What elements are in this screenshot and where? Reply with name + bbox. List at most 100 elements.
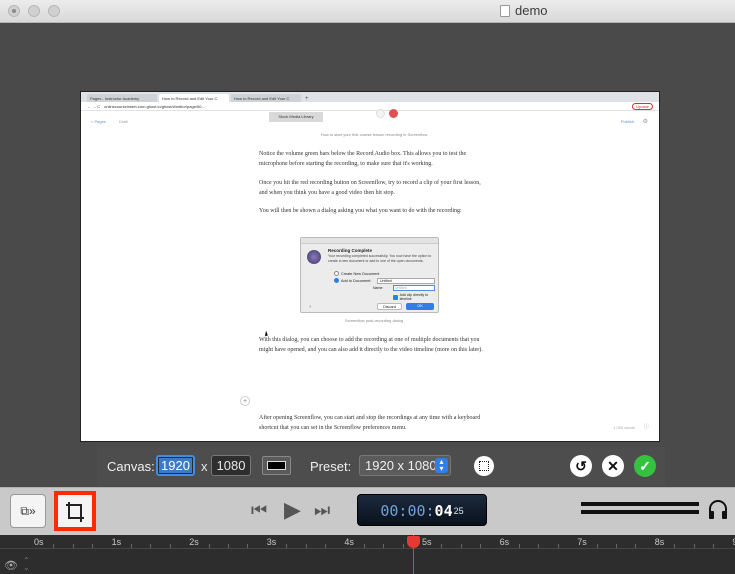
paragraph: Once you hit the red recording button on… bbox=[259, 180, 481, 196]
timeline-minor-tick bbox=[635, 544, 637, 548]
crop-icon bbox=[66, 502, 84, 522]
document-select[interactable]: Untitled bbox=[377, 278, 435, 284]
name-label: Name: bbox=[373, 286, 384, 290]
timeline-minor-tick bbox=[169, 544, 171, 548]
dimension-separator: x bbox=[201, 459, 208, 474]
timeline-minor-tick bbox=[674, 544, 676, 548]
timeline-minor-tick bbox=[150, 544, 152, 548]
timeline-minor-tick bbox=[616, 544, 617, 548]
name-field[interactable]: Untitled bbox=[393, 285, 435, 291]
window-title-text: demo bbox=[515, 3, 548, 18]
audio-meter-right bbox=[581, 510, 699, 514]
timeline-ruler[interactable]: 0s 1s 2s 3s 4s 5s 6s 7s 8s 9 bbox=[0, 535, 735, 549]
paragraph: With this dialog, you can choose to add … bbox=[259, 337, 483, 353]
timeline-minor-tick bbox=[325, 544, 326, 548]
help-circle-icon[interactable]: ⓘ bbox=[644, 423, 649, 430]
timeline-tick-label: 7s bbox=[577, 537, 587, 547]
skip-forward-icon[interactable]: ⏭ bbox=[314, 500, 330, 521]
canvas-label: Canvas: bbox=[107, 459, 155, 474]
timeline-minor-tick bbox=[557, 544, 559, 548]
background-color-well[interactable] bbox=[262, 456, 291, 475]
close-window-button[interactable] bbox=[8, 5, 20, 17]
back-to-pages-link[interactable]: < Pages bbox=[91, 119, 106, 124]
timeline-minor-tick bbox=[402, 544, 404, 548]
eye-icon[interactable]: 👁 bbox=[4, 559, 18, 572]
window-title: demo bbox=[500, 3, 548, 18]
option-add-to-document[interactable]: Add to Document: bbox=[334, 278, 371, 283]
timeline-minor-tick bbox=[596, 544, 598, 548]
skip-back-icon[interactable]: ⏮ bbox=[251, 500, 267, 521]
browser-tab-active[interactable]: How to Record and Edit Your C bbox=[159, 94, 229, 102]
browser-tab[interactable]: How to Record and Edit Your C bbox=[231, 94, 301, 102]
play-icon[interactable]: ▶ bbox=[284, 497, 301, 523]
timeline-tick-label: 4s bbox=[344, 537, 354, 547]
chevron-up-down-icon: ▴ ▾ bbox=[435, 458, 448, 473]
multi-layer-icon[interactable]: ⧉» bbox=[10, 494, 46, 528]
timeline-minor-tick bbox=[247, 544, 249, 548]
timeline-minor-tick bbox=[72, 544, 74, 548]
timeline-minor-tick bbox=[208, 544, 210, 548]
scroll-arrows-icon[interactable]: ⌃ ⌄ bbox=[23, 557, 30, 572]
window-titlebar: demo bbox=[0, 0, 735, 23]
canvas-width-value[interactable]: 1920 bbox=[159, 458, 192, 473]
timeline-minor-tick bbox=[460, 544, 462, 548]
timeline-tick-label: 8s bbox=[654, 537, 665, 547]
fit-selection-button[interactable] bbox=[474, 456, 494, 476]
confirm-icon[interactable]: ✓ bbox=[634, 455, 656, 477]
timeline-minor-tick bbox=[286, 544, 288, 548]
timeline-minor-tick bbox=[519, 544, 520, 548]
paragraph: You will then be shown a dialog asking y… bbox=[259, 208, 462, 214]
paragraph: After opening Screenflow, you can start … bbox=[259, 415, 481, 431]
help-icon[interactable]: ? bbox=[309, 304, 311, 309]
gear-icon[interactable]: ⚙ bbox=[643, 118, 648, 125]
playhead-handle[interactable] bbox=[407, 536, 420, 548]
timeline-tick-label: 3s bbox=[266, 537, 277, 547]
zoom-window-button[interactable] bbox=[48, 5, 60, 17]
screenflow-app-icon bbox=[307, 250, 321, 264]
publish-link[interactable]: Publish bbox=[621, 119, 634, 124]
record-buttons-image bbox=[376, 109, 398, 118]
recorded-video-frame[interactable]: Pages - Instructor Academy How to Record… bbox=[80, 91, 660, 442]
image-caption: How to start your first course lesson re… bbox=[320, 132, 428, 137]
new-tab-icon[interactable]: + bbox=[305, 96, 309, 102]
timeline-minor-tick bbox=[228, 544, 229, 548]
timeline-minor-tick bbox=[305, 544, 307, 548]
ok-button[interactable]: OK bbox=[406, 303, 434, 310]
word-count: 1,000 words bbox=[613, 425, 635, 430]
option-create-new[interactable]: Create New Document bbox=[334, 271, 379, 276]
headphones-icon[interactable] bbox=[707, 498, 729, 520]
timeline-tick-label: 0s bbox=[34, 537, 44, 547]
recording-complete-dialog: Recording Complete Your recording comple… bbox=[300, 237, 439, 313]
timeline-minor-tick bbox=[713, 544, 714, 548]
canvas-width-field[interactable]: 1920 bbox=[156, 455, 195, 476]
minimize-window-button[interactable] bbox=[28, 5, 40, 17]
add-to-timeline-checkbox[interactable]: Add clip directly to timeline bbox=[393, 293, 438, 301]
address-field[interactable]: onlinecourseinsert-com.ghost.io/ghost/#/… bbox=[104, 104, 205, 109]
canvas-height-field[interactable]: 1080 bbox=[211, 455, 251, 476]
timeline-minor-tick bbox=[53, 544, 55, 548]
reset-icon[interactable]: ↺ bbox=[570, 455, 592, 477]
preset-select[interactable]: 1920 x 1080 ▴ ▾ bbox=[359, 455, 451, 476]
timeline-tick-label: 2s bbox=[189, 537, 199, 547]
timeline-minor-tick bbox=[693, 544, 695, 548]
browser-address-bar: ← → C onlinecourseinsert-com.ghost.io/gh… bbox=[81, 102, 659, 111]
dialog-text: Your recording completed successfully. Y… bbox=[328, 254, 432, 263]
timeline-minor-tick bbox=[538, 544, 540, 548]
timeline-minor-tick bbox=[441, 544, 443, 548]
preset-value: 1920 x 1080 bbox=[365, 458, 437, 473]
cancel-icon[interactable]: ✕ bbox=[602, 455, 624, 477]
discard-button[interactable]: Discard bbox=[377, 303, 402, 310]
timecode-prefix: 00:00: bbox=[380, 502, 435, 520]
timeline[interactable]: 0s 1s 2s 3s 4s 5s 6s 7s 8s 9 👁 ⌃ ⌄ bbox=[0, 535, 735, 574]
update-button[interactable]: Update bbox=[632, 102, 653, 110]
crop-button[interactable] bbox=[54, 491, 96, 531]
canvas-stage: Pages - Instructor Academy How to Record… bbox=[0, 23, 735, 445]
stock-media-library-button[interactable]: Stock Media Library bbox=[269, 112, 323, 122]
browser-tab[interactable]: Pages - Instructor Academy bbox=[87, 94, 157, 102]
timecode-display: 00:00:0425 bbox=[357, 494, 487, 526]
timeline-minor-tick bbox=[383, 544, 385, 548]
add-card-icon[interactable]: + bbox=[240, 396, 250, 406]
mouse-cursor-icon bbox=[263, 330, 268, 337]
nav-arrows-icon[interactable]: ← → C bbox=[87, 104, 100, 109]
image-caption: Screenflow post-recording dialog bbox=[344, 318, 404, 323]
